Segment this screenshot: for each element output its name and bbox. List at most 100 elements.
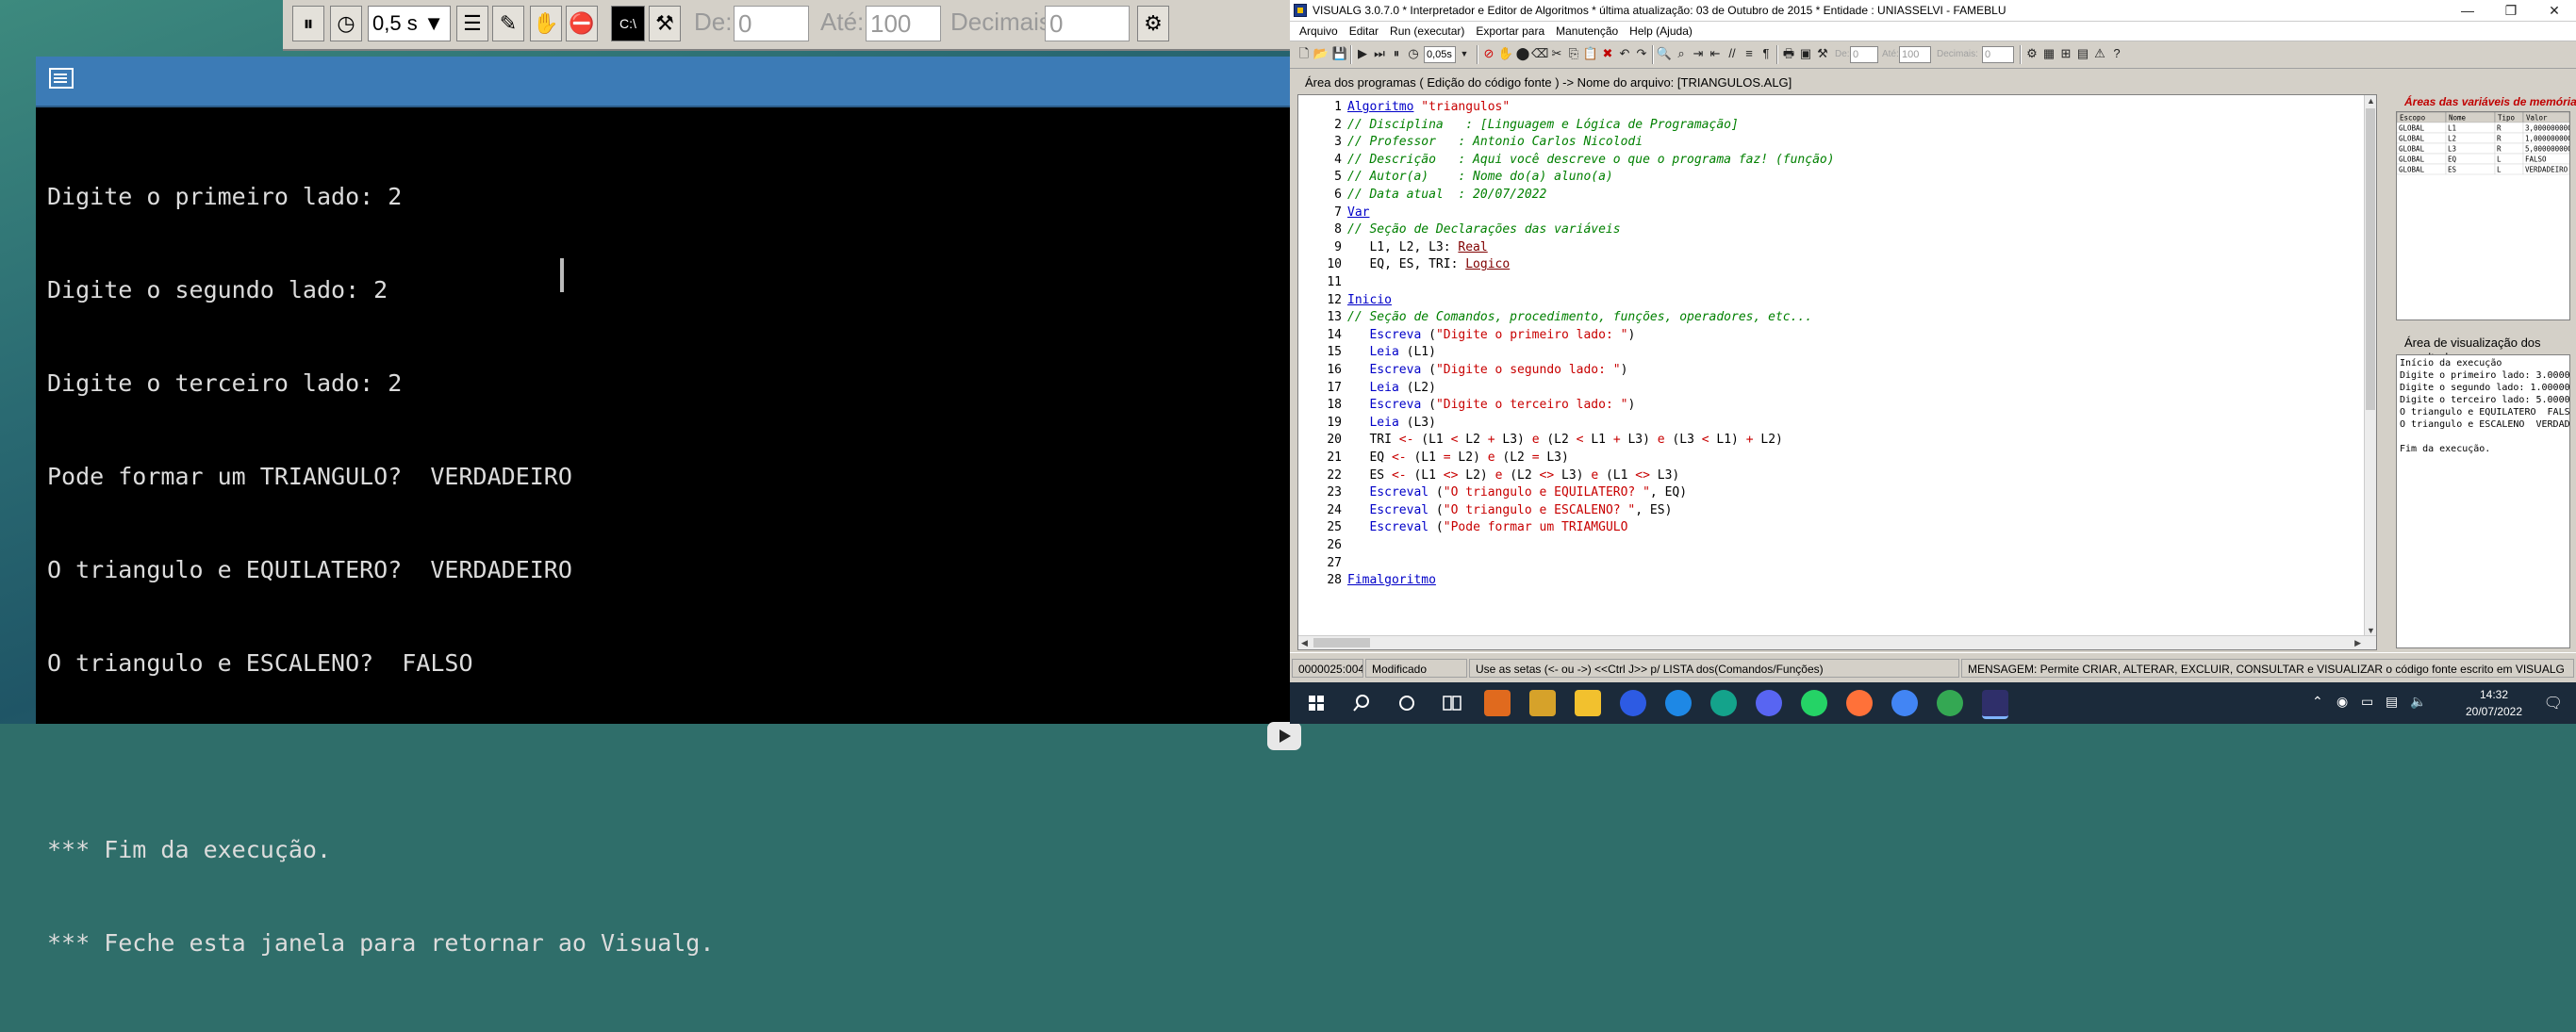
grid-icon[interactable]: ▤ (2074, 45, 2091, 62)
wifi-icon[interactable]: ◉ (2337, 694, 2348, 710)
speed-select[interactable]: 0,05s (1424, 46, 1456, 63)
timer-icon[interactable]: ◷ (330, 6, 362, 41)
code-line[interactable]: 9 L1, L2, L3: Real (1298, 239, 1488, 256)
pause-icon[interactable]: ⏸ (292, 6, 324, 41)
code-line[interactable]: 6 // Data atual : 20/07/2022 (1298, 187, 1546, 204)
editor-vertical-scrollbar[interactable]: ▲ ▼ (2364, 95, 2376, 636)
run-icon[interactable]: ▶ (1354, 45, 1371, 62)
indent-icon[interactable]: ⇥ (1690, 45, 1707, 62)
teams-icon[interactable] (1620, 690, 1646, 716)
delete-icon[interactable]: ✖ (1599, 45, 1616, 62)
visualg-window[interactable]: VISUALG 3.0.7.0 * Interpretador e Editor… (1290, 0, 2576, 683)
magic-wand-icon[interactable]: ⚒ (649, 6, 681, 41)
whatsapp-icon[interactable] (1801, 690, 1827, 716)
menu-manutencao[interactable]: Manutenção (1550, 22, 1624, 41)
settings-icon[interactable]: ⚙ (2023, 45, 2040, 62)
code-line[interactable]: 11 (1298, 274, 1347, 291)
stop-icon[interactable]: ⊘ (1480, 45, 1497, 62)
code-lines[interactable]: 1 Algoritmo "triangulos" 2 // Disciplina : … (1298, 95, 2365, 636)
paste-icon[interactable]: 📋 (1582, 45, 1599, 62)
chrome-profile-icon[interactable] (1937, 690, 1963, 716)
warning-icon[interactable]: ⚠ (2091, 45, 2108, 62)
pause-icon[interactable]: ⏸ (1388, 45, 1405, 62)
undo-icon[interactable]: ↶ (1616, 45, 1633, 62)
code-line[interactable]: 5 // Autor(a) : Nome do(a) aluno(a) (1298, 169, 1613, 186)
console-icon[interactable]: C:\ (611, 6, 645, 41)
speed-select[interactable]: 0,5 s ▼ (368, 6, 451, 41)
code-line[interactable]: 19 Leia (L3) (1298, 415, 1436, 432)
table-icon[interactable]: ⊞ (2057, 45, 2074, 62)
calendar-app-icon[interactable] (1484, 690, 1511, 716)
code-line[interactable]: 14 Escreva ("Digite o primeiro lado: ") (1298, 327, 1635, 344)
code-line[interactable]: 27 (1298, 555, 1347, 572)
cortana-icon[interactable] (1394, 690, 1420, 716)
restore-button[interactable]: ❐ (2489, 0, 2533, 21)
decimais-input[interactable]: 0 (1045, 6, 1130, 41)
hand-icon[interactable]: ✋ (1497, 45, 1514, 62)
decimais-input[interactable]: 0 (1982, 46, 2014, 63)
code-line[interactable]: 26 (1298, 537, 1347, 554)
step-icon[interactable]: ⏭ (1371, 45, 1388, 62)
stop-hand-icon[interactable]: ⛔ (566, 6, 598, 41)
editor-horizontal-scrollbar[interactable]: ◀ ▶ (1298, 635, 2376, 649)
hand-icon[interactable]: ✋ (530, 6, 562, 41)
code-line[interactable]: 12 Inicio (1298, 292, 1392, 309)
clock-date[interactable]: 20/07/2022 (2461, 705, 2527, 718)
code-line[interactable]: 20 TRI <- (L1 < L2 + L3) e (L2 < L1 + L3… (1298, 432, 1783, 449)
ate-input[interactable]: 100 (866, 6, 941, 41)
volume-icon[interactable]: 🔈 (2410, 694, 2426, 710)
format-icon[interactable]: ¶ (1758, 45, 1775, 62)
console-system-menu-icon[interactable] (49, 68, 74, 89)
menu-arquivo[interactable]: Arquivo (1294, 22, 1344, 41)
code-line[interactable]: 10 EQ, ES, TRI: Logico (1298, 256, 1510, 273)
cut-icon[interactable]: ✂ (1548, 45, 1565, 62)
comment-icon[interactable]: // (1724, 45, 1741, 62)
chevron-down-icon[interactable]: ▼ (1456, 45, 1473, 62)
find-icon[interactable]: 🔍 (1656, 45, 1673, 62)
magic-wand-icon[interactable]: ⚒ (1814, 45, 1831, 62)
menu-run[interactable]: Run (executar) (1384, 22, 1470, 41)
chevron-up-icon[interactable]: ⌃ (2312, 694, 2323, 710)
code-line[interactable]: 17 Leia (L2) (1298, 380, 1436, 397)
code-line[interactable]: 4 // Descrição : Aqui você descreve o que… (1298, 152, 1834, 169)
play-button[interactable] (1267, 722, 1301, 750)
code-line[interactable]: 25 Escreval ("Pode formar um TRIAMGULO (1298, 519, 1627, 536)
de-input[interactable]: 0 (734, 6, 809, 41)
redo-icon[interactable]: ↷ (1633, 45, 1650, 62)
clock-time[interactable]: 14:32 (2461, 688, 2527, 701)
code-line[interactable]: 23 Escreval ("O triangulo e EQUILATERO? … (1298, 484, 1687, 501)
settings-icon[interactable]: ⚙ (1137, 6, 1169, 41)
search-icon[interactable] (1348, 690, 1375, 716)
outdent-icon[interactable]: ⇤ (1707, 45, 1724, 62)
code-line[interactable]: 24 Escreval ("O triangulo e ESCALENO? ",… (1298, 502, 1672, 519)
console-icon[interactable]: ▣ (1797, 45, 1814, 62)
firefox-icon[interactable] (1846, 690, 1873, 716)
save-icon[interactable]: 💾 (1331, 45, 1348, 62)
code-line[interactable]: 13 // Seção de Comandos, procedimento, fu… (1298, 309, 1812, 326)
code-line[interactable]: 28 Fimalgoritmo (1298, 572, 1436, 589)
photos-app-icon[interactable] (1529, 690, 1556, 716)
console-titlebar[interactable] (36, 57, 1290, 107)
visualg-task-icon[interactable] (1982, 690, 2008, 719)
close-button[interactable]: ✕ (2533, 0, 2576, 21)
file-explorer-icon[interactable] (1575, 690, 1601, 716)
clear-breakpoints-icon[interactable]: ⌫ (1531, 45, 1548, 62)
edge-icon[interactable] (1710, 690, 1737, 716)
code-line[interactable]: 7 Var (1298, 205, 1369, 221)
find-next-icon[interactable]: ⌕ (1673, 45, 1690, 62)
code-line[interactable]: 8 // Seção de Declarações das variáveis (1298, 221, 1620, 238)
open-folder-icon[interactable]: 📂 (1313, 45, 1329, 62)
print-icon[interactable]: 🖶 (1780, 45, 1797, 62)
breakpoint-icon[interactable]: ⬤ (1514, 45, 1531, 62)
copy-icon[interactable]: ⎘ (1565, 45, 1582, 62)
menu-editar[interactable]: Editar (1344, 22, 1384, 41)
uncomment-icon[interactable]: ≡ (1741, 45, 1758, 62)
code-line[interactable]: 2 // Disciplina : [Linguagem e Lógica de … (1298, 117, 1739, 134)
notification-icon[interactable]: 🗨 (2544, 694, 2563, 713)
scroll-thumb[interactable] (1313, 638, 1370, 647)
console-window[interactable]: Digite o primeiro lado: 2 Digite o segun… (36, 57, 1301, 957)
new-file-icon[interactable]: 🗋 (1296, 45, 1313, 62)
window-titlebar[interactable]: VISUALG 3.0.7.0 * Interpretador e Editor… (1290, 0, 2576, 22)
calculator-icon[interactable]: ▦ (2040, 45, 2057, 62)
network-icon[interactable]: ▤ (2386, 694, 2398, 710)
